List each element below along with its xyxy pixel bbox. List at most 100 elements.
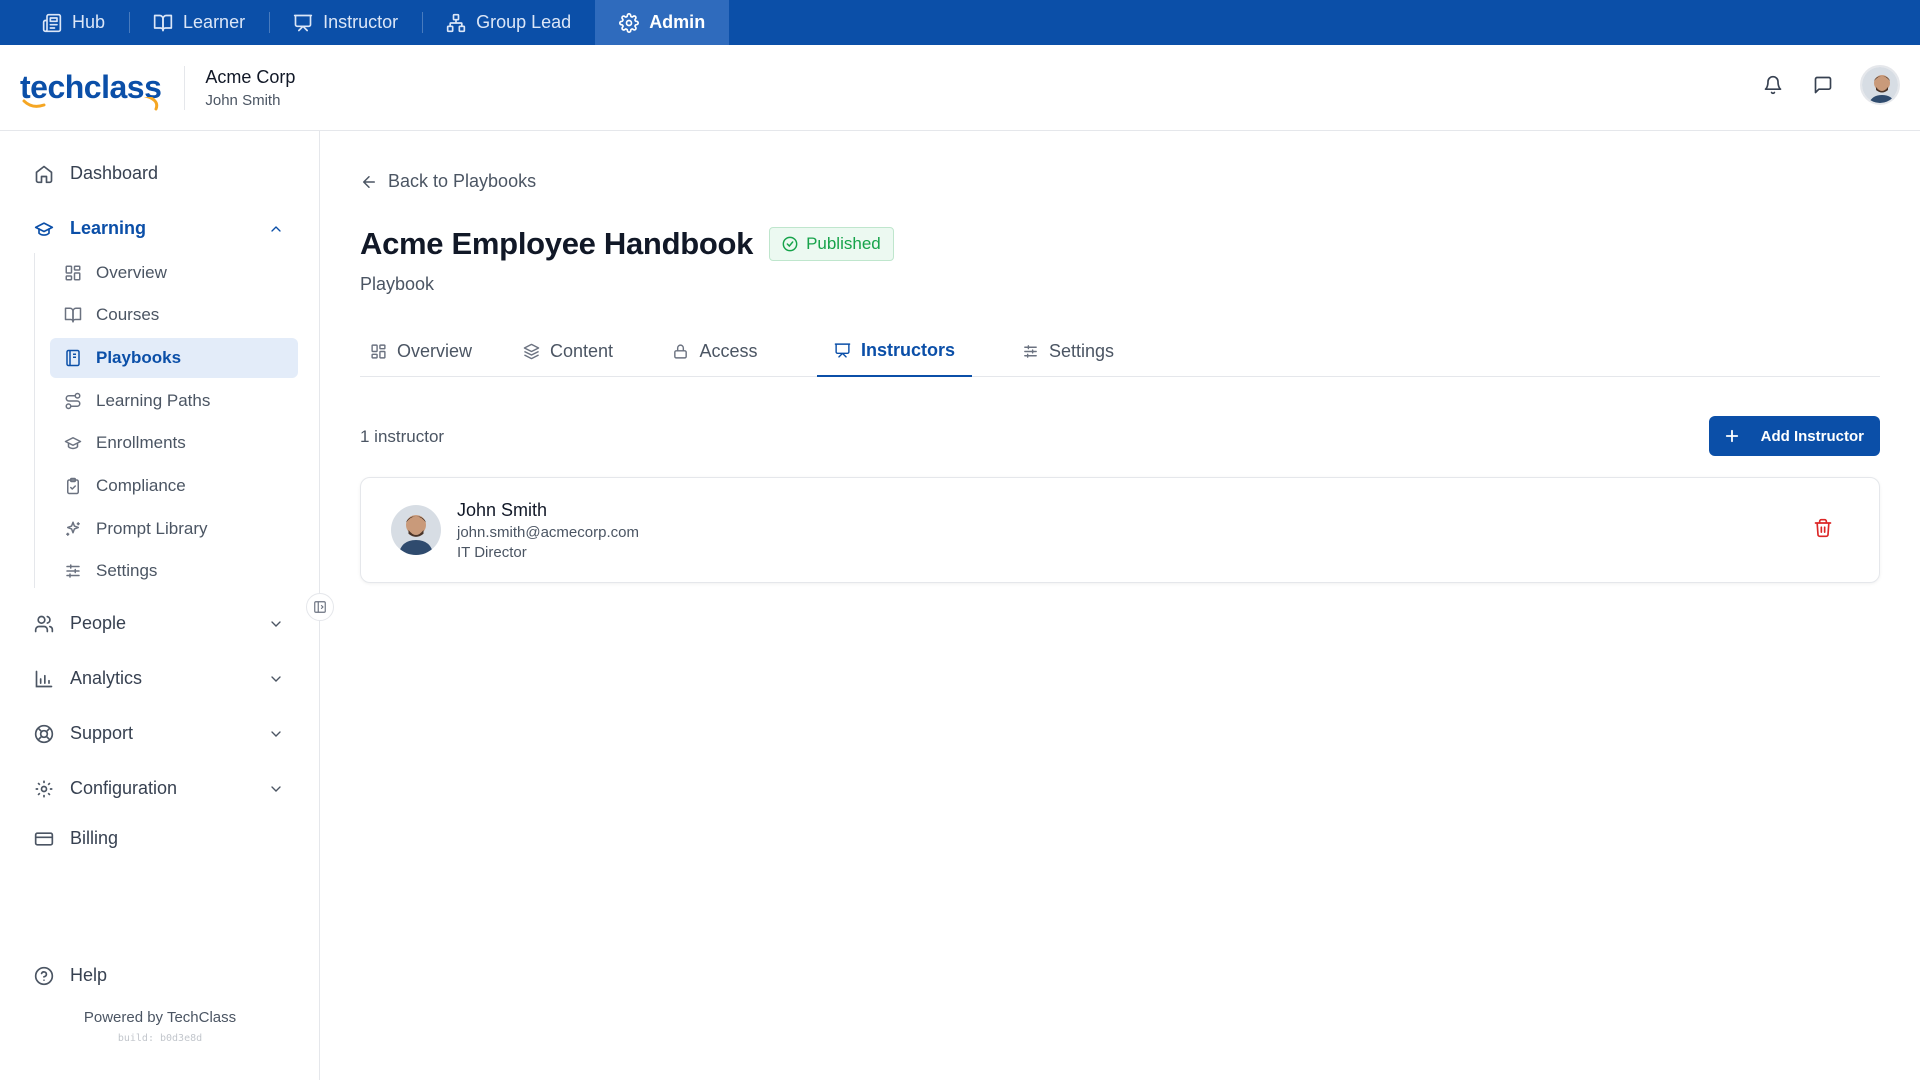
back-link-label: Back to Playbooks: [388, 171, 537, 191]
add-instructor-button[interactable]: Add Instructor: [1708, 416, 1880, 456]
avatar-portrait-icon: [391, 505, 441, 555]
gear-icon: [619, 12, 640, 33]
sidebar-item-compliance[interactable]: Compliance: [50, 466, 298, 506]
sidebar-item-dashboard[interactable]: Dashboard: [34, 163, 284, 184]
sidebar-item-settings[interactable]: Settings: [50, 551, 298, 591]
graduation-cap-icon: [64, 437, 82, 450]
newspaper-icon: [42, 13, 62, 32]
sidebar-item-overview[interactable]: Overview: [50, 253, 298, 293]
sparkles-icon: [66, 521, 80, 536]
tab-content[interactable]: Content: [508, 325, 628, 377]
grid-icon: [371, 343, 386, 359]
status-badge-label: Published: [806, 234, 881, 253]
page-subtitle: Playbook: [360, 274, 435, 294]
grid-icon: [65, 265, 81, 281]
sidebar-collapse-button[interactable]: [306, 593, 334, 621]
chevron-up-icon: [271, 225, 281, 232]
gear-icon: [35, 780, 53, 797]
sidebar-section-people[interactable]: People: [34, 613, 284, 634]
sidebar-item-label: Prompt Library: [96, 519, 208, 538]
tab-access[interactable]: Access: [660, 325, 770, 377]
arrow-left-icon: [363, 175, 375, 188]
powered-by-text: Powered by TechClass: [83, 1009, 237, 1026]
tab-label: Content: [549, 340, 614, 361]
sidebar-item-label: Configuration: [70, 778, 178, 798]
sidebar-section-analytics[interactable]: Analytics: [34, 668, 284, 689]
role-tab-group-lead[interactable]: Group Lead: [422, 0, 595, 45]
sidebar-item-help[interactable]: Help: [34, 965, 284, 986]
book-open-icon: [153, 14, 173, 31]
tab-label: Settings: [1048, 340, 1115, 361]
notebook-icon: [66, 349, 80, 367]
role-tab-hub[interactable]: Hub: [18, 0, 129, 45]
sidebar-section-configuration[interactable]: Configuration: [34, 778, 284, 799]
sidebar-item-playbooks[interactable]: Playbooks: [50, 338, 298, 378]
tab-instructors[interactable]: Instructors: [817, 325, 972, 377]
role-tab-admin[interactable]: Admin: [595, 0, 730, 45]
org-name: Acme Corp: [205, 66, 296, 87]
credit-card-icon: [34, 831, 54, 846]
bell-icon: [1764, 75, 1782, 95]
messages-button[interactable]: [1810, 72, 1836, 98]
tab-overview[interactable]: Overview: [360, 325, 482, 377]
sidebar-item-enrollments[interactable]: Enrollments: [50, 423, 298, 463]
notifications-button[interactable]: [1760, 72, 1786, 98]
check-circle-icon: [782, 236, 798, 252]
users-icon: [34, 615, 54, 632]
role-tab-learner[interactable]: Learner: [129, 0, 269, 45]
bar-chart-icon: [35, 670, 53, 687]
chevron-down-icon: [271, 675, 281, 682]
plus-icon: [1725, 429, 1738, 443]
back-to-playbooks-link[interactable]: Back to Playbooks: [360, 171, 536, 192]
role-tab-label: Learner: [183, 12, 246, 32]
lock-icon: [674, 343, 688, 359]
sidebar-section-support[interactable]: Support: [34, 723, 284, 744]
role-tab-label: Group Lead: [476, 12, 572, 32]
clipboard-check-icon: [67, 477, 79, 495]
trash-icon: [1814, 518, 1832, 538]
layers-icon: [523, 343, 540, 359]
add-instructor-label: Add Instructor: [1760, 427, 1864, 445]
sliders-icon: [1024, 344, 1037, 358]
chevron-down-icon: [271, 620, 281, 627]
status-badge: Published: [769, 227, 894, 261]
org-switcher[interactable]: Acme Corp John Smith: [205, 67, 295, 109]
tab-bar: Overview Content Access Instructors Sett…: [360, 325, 1880, 377]
sidebar-item-label: Learning Paths: [96, 391, 211, 410]
graduation-cap-icon: [34, 221, 54, 236]
sidebar-section-learning[interactable]: Learning: [34, 218, 284, 239]
tab-settings[interactable]: Settings: [1008, 325, 1128, 377]
tab-label: Instructors: [860, 339, 956, 360]
sidebar-item-label: Support: [70, 723, 134, 743]
logo-swoosh-icon: [22, 96, 159, 110]
network-icon: [446, 13, 466, 32]
header-divider: [184, 65, 186, 110]
message-square-icon: [1814, 76, 1832, 94]
remove-instructor-button[interactable]: [1813, 518, 1833, 538]
role-tab-label: Admin: [649, 12, 706, 32]
user-avatar[interactable]: [1860, 65, 1900, 105]
build-version: build: b0d3e8d: [117, 1033, 203, 1044]
panel-left-icon: [314, 601, 326, 613]
app-header: techclass Acme Corp John Smith: [0, 45, 1920, 131]
sliders-icon: [66, 564, 80, 578]
role-switcher-bar: Hub Learner Instructor Group Lead Admin: [0, 0, 1920, 45]
avatar: [391, 505, 441, 555]
header-actions: [1760, 65, 1900, 105]
chevron-down-icon: [271, 730, 281, 737]
sidebar-item-learning-paths[interactable]: Learning Paths: [50, 381, 298, 421]
instructor-card: John Smith john.smith@acmecorp.com IT Di…: [360, 477, 1880, 583]
role-tab-instructor[interactable]: Instructor: [269, 0, 422, 45]
sidebar-item-courses[interactable]: Courses: [50, 295, 298, 335]
presentation-icon: [293, 14, 313, 31]
sidebar-item-label: Help: [70, 965, 108, 985]
sidebar-item-prompt-library[interactable]: Prompt Library: [50, 509, 298, 549]
sidebar-item-label: People: [70, 613, 127, 633]
sidebar-item-label: Analytics: [70, 668, 143, 688]
sidebar-item-billing[interactable]: Billing: [34, 828, 284, 849]
route-icon: [65, 392, 81, 410]
techclass-logo[interactable]: techclass: [20, 63, 162, 113]
page-title: Acme Employee Handbook: [360, 226, 754, 261]
life-buoy-icon: [34, 724, 54, 743]
sidebar-item-label: Compliance: [96, 476, 186, 495]
